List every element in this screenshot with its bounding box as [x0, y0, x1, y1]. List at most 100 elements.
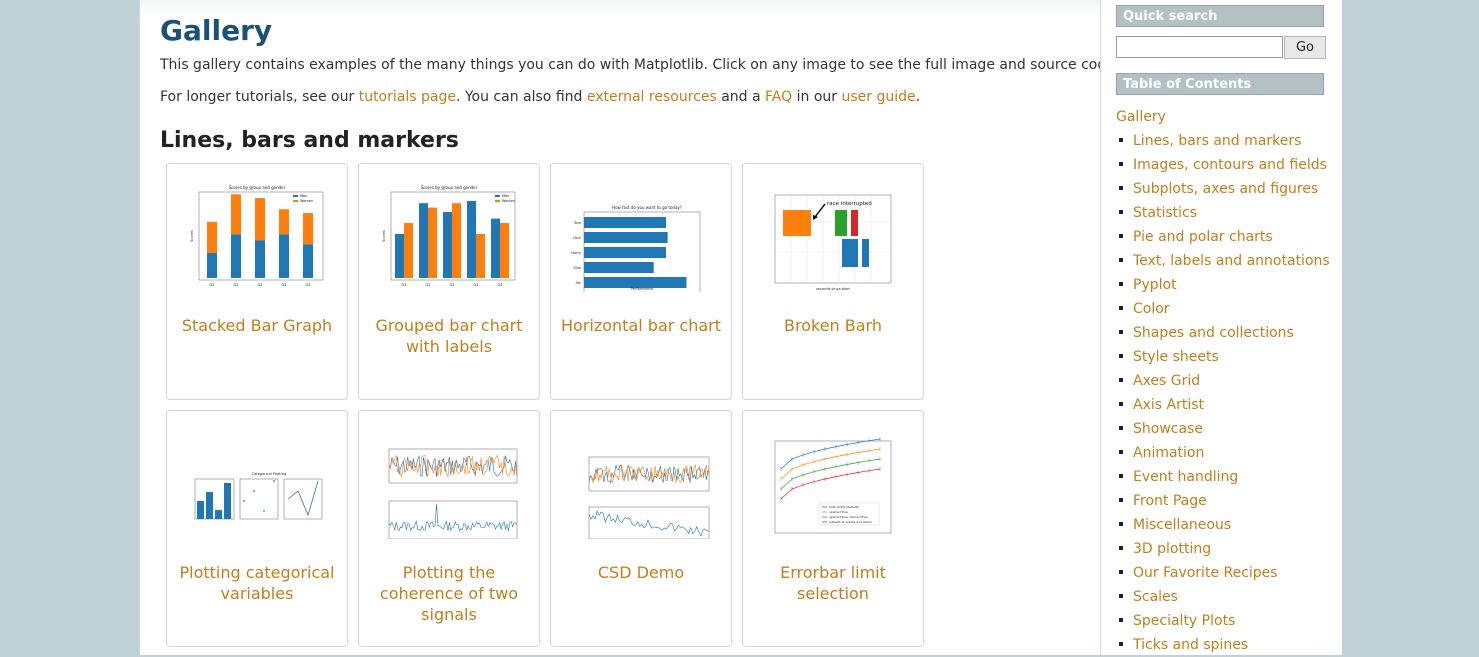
categorical-thumbnail: Categorical Plotting: [194, 472, 323, 520]
errorbar-legend-3: uplims=True, lolims=True: [829, 515, 868, 519]
stacked-title: Scores by group and gender: [229, 185, 286, 190]
errorbar-line: [780, 438, 881, 470]
broken-axes: [774, 194, 892, 284]
toc-item[interactable]: Images, contours and fields: [1116, 153, 1330, 177]
toc-item[interactable]: Front Page: [1116, 489, 1330, 513]
categorical-line: [287, 480, 319, 517]
categorical-bar: [197, 501, 204, 519]
categorical-title: Categorical Plotting: [252, 472, 286, 476]
errorbar-series: [780, 437, 881, 501]
card-label: Broken Barh: [784, 316, 882, 335]
tutorials-prefix: For longer tutorials, see our: [160, 89, 359, 105]
errorbar-legend-4: subsets of uplims and lolims: [829, 520, 872, 524]
grouped-bar-thumbnail: Scores by group and gender Men Women Sco…: [382, 185, 516, 287]
stacked-bar-thumbnail: Scores by group and gender Men Women Sco…: [190, 185, 324, 287]
page-title: Gallery: [160, 14, 273, 47]
stacked-legend-women: Women: [300, 199, 313, 203]
external-resources-link[interactable]: external resources: [587, 89, 717, 105]
gallery-card-errorbar[interactable]: both limits (default) uplims=True uplims…: [742, 410, 924, 647]
go-button[interactable]: Go: [1284, 36, 1326, 59]
stacked-legend-men: Men: [300, 194, 307, 198]
grouped-tick-label: G3: [450, 283, 455, 287]
search-input[interactable]: [1116, 36, 1283, 58]
toc-gallery-link[interactable]: Gallery: [1116, 109, 1166, 125]
horizontal-bar: [584, 217, 666, 228]
card-label: Horizontal bar chart: [561, 316, 721, 335]
broken-annotation: race interrupted: [827, 201, 872, 207]
grouped-bar-women: [500, 223, 509, 278]
stacked-tick-label: G4: [282, 283, 288, 287]
faq-link[interactable]: FAQ: [765, 89, 792, 105]
gallery-card-coherence[interactable]: Plotting the coherence of two signals: [358, 410, 540, 647]
grouped-tick-label: G1: [402, 283, 407, 287]
grouped-bar-men: [491, 218, 500, 278]
gallery-card-broken-barh[interactable]: race interrupted seconds since start Bro…: [742, 163, 924, 400]
gallery-card-horizontal-bar[interactable]: How fast do you want to go today? Tom Dic…: [550, 163, 732, 400]
gallery-card-stacked-bar[interactable]: Scores by group and gender Men Women Sco…: [166, 163, 348, 400]
coherence-line: [388, 503, 518, 532]
stacked-tick-label: G3: [258, 283, 263, 287]
toc-item[interactable]: Subplots, axes and figures: [1116, 177, 1330, 201]
card-label: Plotting the coherence of two signals: [379, 563, 519, 624]
grouped-legend-women-swatch: [495, 200, 500, 202]
toc-item[interactable]: Pie and polar charts: [1116, 225, 1330, 249]
grouped-legend-men-swatch: [495, 195, 500, 197]
broken-bar-4: [842, 239, 858, 267]
grouped-bar-women: [452, 203, 461, 278]
toc-item[interactable]: Text, labels and annotations: [1116, 249, 1330, 273]
horizontal-tick-label: Slim: [573, 266, 581, 270]
toc-item[interactable]: Shapes and collections: [1116, 321, 1330, 345]
stacked-tick-label: G1: [210, 283, 215, 287]
toc-item[interactable]: Specialty Plots: [1116, 609, 1330, 633]
errorbar-line: [780, 458, 881, 490]
horizontal-bars: Tom Dick Harry Slim Jim: [571, 217, 687, 288]
tutorials-page-link[interactable]: tutorials page: [359, 89, 456, 105]
card-label: Errorbar limit selection: [780, 563, 886, 603]
toc-item[interactable]: Animation: [1116, 441, 1330, 465]
errorbar-thumbnail: both limits (default) uplims=True uplims…: [774, 437, 892, 534]
gallery-card-grouped-bar[interactable]: Scores by group and gender Men Women Sco…: [358, 163, 540, 400]
stacked-bars: G1 G2 G3 G4 G5: [207, 194, 313, 287]
tutorials-paragraph: For longer tutorials, see our tutorials …: [160, 89, 920, 105]
stacked-bar-women: [279, 209, 289, 235]
categorical-line-axes: [283, 478, 323, 520]
horizontal-tick-label: Jim: [575, 281, 582, 285]
csd-thumbnail: [588, 456, 710, 539]
toc-item[interactable]: Statistics: [1116, 201, 1330, 225]
toc-item[interactable]: Color: [1116, 297, 1330, 321]
gallery-card-csd[interactable]: CSD Demo: [550, 410, 732, 647]
grouped-bar-men: [419, 203, 428, 278]
toc-item[interactable]: Our Favorite Recipes: [1116, 561, 1330, 585]
stacked-tick-label: G5: [306, 283, 311, 287]
horizontal-tick-label: Harry: [571, 251, 581, 255]
toc-item[interactable]: Lines, bars and markers: [1116, 129, 1330, 153]
horizontal-tick-label: Tom: [573, 221, 582, 225]
horizontal-xlabel: Performance: [631, 287, 653, 291]
broken-xlabel: seconds since start: [816, 287, 850, 291]
grouped-bar-women: [428, 207, 437, 278]
grouped-tick-label: G2: [426, 283, 431, 287]
toc-item[interactable]: Miscellaneous: [1116, 513, 1330, 537]
sidebar: Quick search Go Table of Contents Galler…: [1100, 0, 1342, 655]
toc-item[interactable]: 3D plotting: [1116, 537, 1330, 561]
categorical-bars: [197, 483, 231, 519]
toc-item[interactable]: Scales: [1116, 585, 1330, 609]
toc-item[interactable]: Style sheets: [1116, 345, 1330, 369]
toc-item[interactable]: Axes Grid: [1116, 369, 1330, 393]
grouped-bar-men: [443, 212, 452, 278]
toc-item[interactable]: Axis Artist: [1116, 393, 1330, 417]
broken-grid: [775, 195, 891, 283]
tutorials-mid3: in our: [792, 89, 842, 105]
categorical-point-1: [243, 500, 245, 502]
stacked-bar-women: [303, 213, 313, 245]
toc-item[interactable]: Showcase: [1116, 417, 1330, 441]
grouped-bars: G1 G2 G3 G4 G5: [395, 201, 509, 287]
toc-item[interactable]: Ticks and spines: [1116, 633, 1330, 657]
toc-item[interactable]: Pyplot: [1116, 273, 1330, 297]
toc-list: Lines, bars and markers Images, contours …: [1116, 129, 1330, 657]
grouped-legend-men: Men: [502, 194, 509, 198]
gallery-card-categorical[interactable]: Categorical Plotting Plotting categorica…: [166, 410, 348, 647]
toc-item[interactable]: Event handling: [1116, 465, 1330, 489]
grouped-ylabel: Scores: [382, 230, 386, 242]
user-guide-link[interactable]: user guide: [841, 89, 915, 105]
